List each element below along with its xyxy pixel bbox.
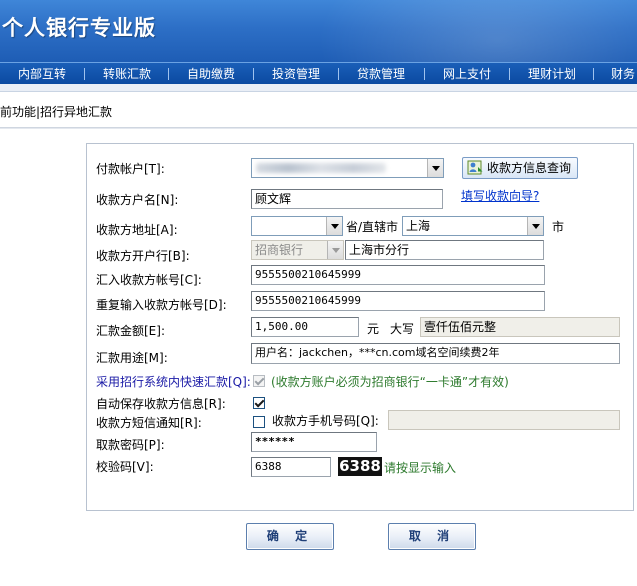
nav-item-transfer-remit[interactable]: 转账汇款 (103, 66, 151, 82)
payee-info-query-button[interactable]: 收款方信息查询 (462, 157, 578, 179)
user-search-icon (467, 160, 483, 175)
nav-item-self-pay[interactable]: 自助缴费 (187, 66, 235, 82)
captcha-label: 校验码[V]: (96, 460, 154, 474)
subnav-strip (0, 84, 637, 92)
fast-remit-checkbox (253, 375, 265, 387)
auto-save-checkbox[interactable] (253, 397, 265, 409)
payee-account-repeat-label: 重复输入收款方帐号[D]: (96, 298, 227, 312)
payee-account-repeat-input[interactable]: 9555500210645999 (251, 291, 545, 311)
payee-bank-select: 招商银行 (251, 240, 344, 260)
city-suffix-label: 市 (552, 220, 565, 234)
amount-uppercase-label: 大写 (390, 322, 415, 336)
amount-input[interactable]: 1,500.00 (251, 317, 359, 337)
auto-save-label: 自动保存收款方信息[R]: (96, 397, 226, 411)
nav-item-investment[interactable]: 投资管理 (272, 66, 320, 82)
nav-item-wealth-plan[interactable]: 理财计划 (528, 66, 576, 82)
nav-divider (338, 68, 339, 80)
sms-notify-checkbox[interactable] (253, 416, 265, 428)
payee-address-label: 收款方地址[A]: (96, 223, 178, 237)
captcha-hint: 请按显示输入 (384, 461, 457, 475)
password-input[interactable]: ****** (251, 432, 377, 452)
payee-account-input[interactable]: 9555500210645999 (251, 265, 545, 285)
fast-remit-note: (收款方账户必须为招商银行“一卡通”才有效) (271, 375, 509, 389)
purpose-input[interactable]: 用户名：jackchen，***cn.com域名空间续费2年 (251, 343, 620, 364)
sms-notify-label: 收款方短信通知[R]: (96, 416, 202, 430)
payee-info-query-label: 收款方信息查询 (487, 161, 572, 175)
captcha-input[interactable]: 6388 (251, 457, 331, 477)
chevron-down-icon (427, 159, 443, 177)
masked-account-number (256, 163, 386, 173)
nav-item-internal-transfer[interactable]: 内部互转 (18, 66, 66, 82)
breadcrumb: 前功能|招行异地汇款 (0, 105, 113, 119)
chevron-down-icon (327, 241, 343, 259)
payee-name-label: 收款方户名[N]: (96, 193, 179, 207)
nav-divider (509, 68, 510, 80)
nav-divider (84, 68, 85, 80)
payee-account-label: 汇入收款方帐号[C]: (96, 273, 202, 287)
amount-unit-label: 元 (367, 322, 380, 336)
payee-name-input[interactable]: 顾文辉 (251, 189, 443, 209)
chevron-down-icon (527, 217, 543, 235)
nav-divider (253, 68, 254, 80)
nav-divider (593, 68, 594, 80)
breadcrumb-divider (0, 127, 637, 129)
nav-item-online-pay[interactable]: 网上支付 (443, 66, 491, 82)
city-select[interactable]: 上海 (402, 216, 544, 236)
province-suffix-label: 省/直辖市 (346, 220, 399, 234)
payee-phone-input (388, 410, 620, 430)
purpose-label: 汇款用途[M]: (96, 351, 168, 365)
payee-phone-label: 收款方手机号码[Q]: (272, 414, 379, 428)
nav-item-loan[interactable]: 贷款管理 (357, 66, 405, 82)
app-title: 个人银行专业版 (2, 16, 156, 40)
amount-uppercase-display: 壹仟伍佰元整 (420, 317, 620, 337)
nav-item-finance[interactable]: 财务 (611, 66, 635, 82)
app-banner: 个人银行专业版 (0, 0, 637, 62)
payee-bank-label: 收款方开户行[B]: (96, 249, 190, 263)
payee-branch-input[interactable]: 上海市分行 (345, 240, 544, 260)
amount-label: 汇款金额[E]: (96, 324, 165, 338)
payer-account-select[interactable] (251, 158, 444, 178)
chevron-down-icon (326, 217, 342, 235)
province-select[interactable] (251, 216, 343, 236)
main-nav: 内部互转 转账汇款 自助缴费 投资管理 贷款管理 网上支付 理财计划 财务 (0, 62, 637, 84)
confirm-button[interactable]: 确 定 (246, 523, 334, 550)
payee-wizard-link[interactable]: 填写收款向导? (461, 188, 539, 204)
nav-divider (424, 68, 425, 80)
captcha-image: 6388 (338, 457, 382, 476)
password-label: 取款密码[P]: (96, 438, 165, 452)
nav-divider (168, 68, 169, 80)
fast-remit-label: 采用招行系统内快速汇款[Q]: (96, 375, 251, 389)
cancel-button[interactable]: 取 消 (388, 523, 476, 550)
payer-account-label: 付款帐户[T]: (96, 162, 165, 176)
